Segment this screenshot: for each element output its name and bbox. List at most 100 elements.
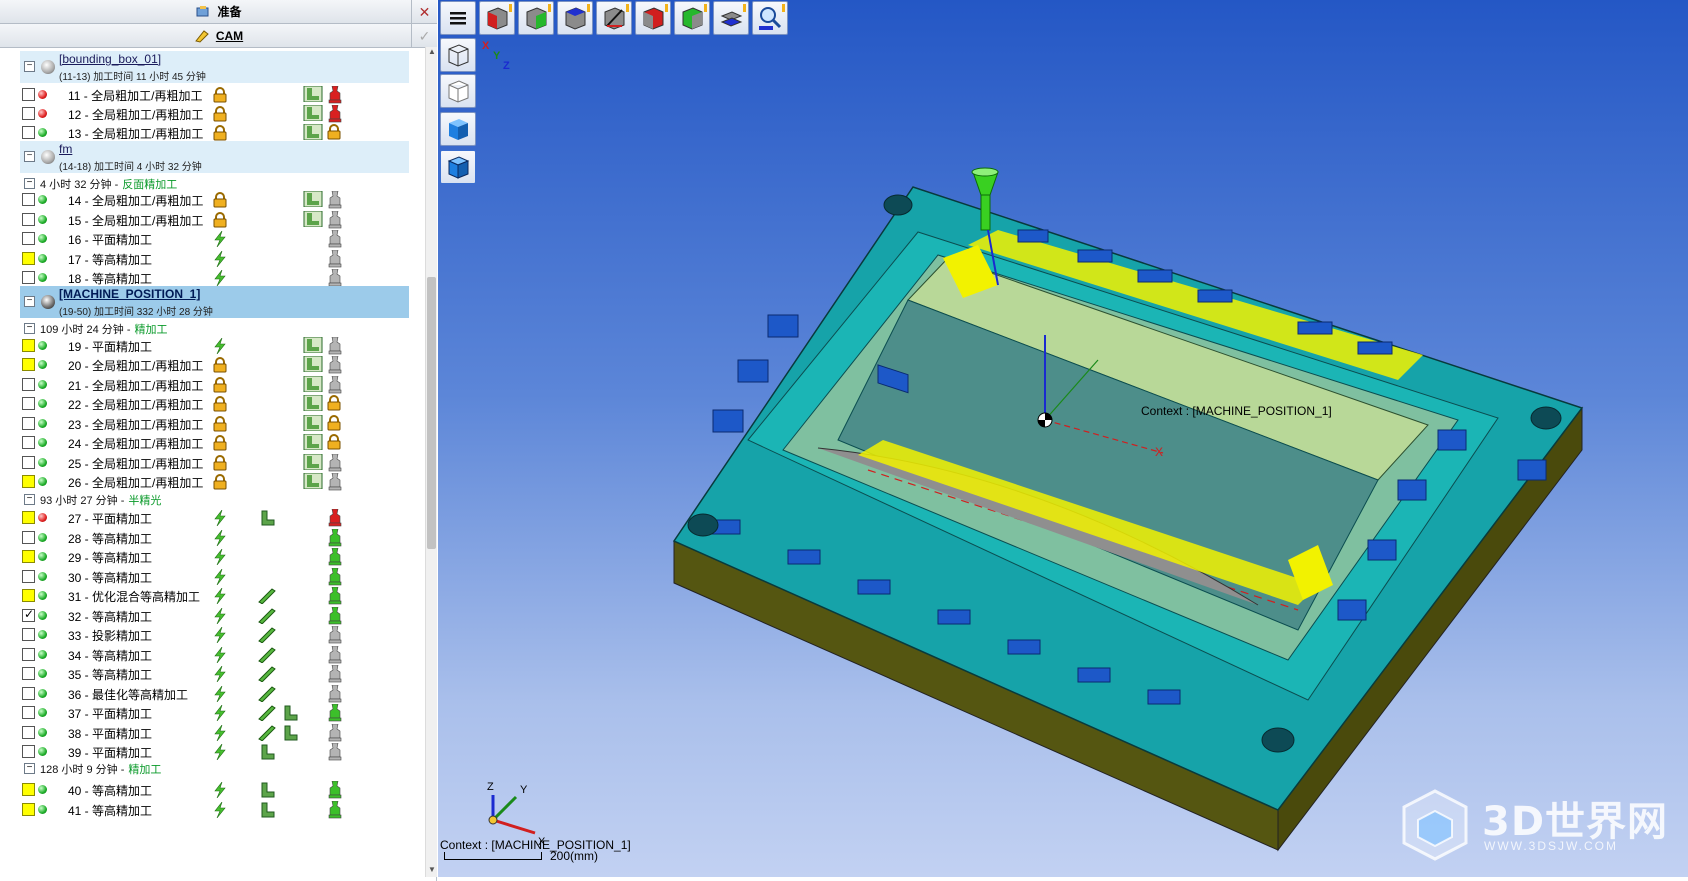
- toolpath-icon[interactable]: [303, 210, 323, 229]
- scroll-down-icon[interactable]: ▼: [427, 865, 437, 877]
- operation-label[interactable]: 28 - 等高精加工: [68, 530, 152, 547]
- operation-checkbox[interactable]: [22, 475, 35, 488]
- tool-icon[interactable]: [327, 684, 343, 703]
- edit-icon[interactable]: [258, 608, 278, 625]
- lock-icon[interactable]: [213, 474, 227, 490]
- operation-checkbox[interactable]: [22, 417, 35, 430]
- operation-label[interactable]: 24 - 全局粗加工/再粗加工: [68, 435, 203, 452]
- regenerate-icon[interactable]: [213, 509, 227, 527]
- operation-label[interactable]: 30 - 等高精加工: [68, 569, 152, 586]
- tool-icon[interactable]: [327, 547, 343, 566]
- toolpath-icon[interactable]: [303, 375, 323, 394]
- operation-checkbox[interactable]: [22, 706, 35, 719]
- operation-label[interactable]: 32 - 等高精加工: [68, 608, 152, 625]
- tool-icon[interactable]: [327, 395, 343, 413]
- toolpath-icon[interactable]: [303, 85, 323, 104]
- regenerate-icon[interactable]: [213, 607, 227, 625]
- lock-icon[interactable]: [213, 357, 227, 373]
- operation-row[interactable]: 26 - 全局粗加工/再粗加工: [0, 471, 425, 492]
- lock-icon[interactable]: [213, 106, 227, 122]
- operation-checkbox[interactable]: [22, 107, 35, 120]
- tree-scrollbar[interactable]: ▲ ▼: [425, 47, 437, 877]
- toolpath-icon[interactable]: [303, 104, 323, 123]
- operation-label[interactable]: 20 - 全局粗加工/再粗加工: [68, 357, 203, 374]
- operation-group[interactable]: − [MACHINE_POSITION_1] (19-50) 加工时间 332 小时…: [20, 286, 409, 318]
- collapse-toggle-icon[interactable]: −: [24, 763, 35, 774]
- operation-row[interactable]: 38 - 平面精加工: [0, 722, 425, 743]
- edit-icon[interactable]: [258, 588, 278, 605]
- operation-checkbox[interactable]: [22, 550, 35, 563]
- toolpath-icon[interactable]: [303, 414, 323, 433]
- regenerate-icon[interactable]: [213, 646, 227, 664]
- operation-row[interactable]: 21 - 全局粗加工/再粗加工: [0, 374, 425, 395]
- operation-checkbox[interactable]: [22, 531, 35, 544]
- operation-row[interactable]: 36 - 最佳化等高精加工: [0, 683, 425, 704]
- operation-row[interactable]: 29 - 等高精加工: [0, 546, 425, 567]
- tool-icon[interactable]: [327, 104, 343, 123]
- check-icon[interactable]: ✓: [411, 24, 437, 48]
- regenerate-icon[interactable]: [213, 781, 227, 799]
- operation-label[interactable]: 37 - 平面精加工: [68, 705, 152, 722]
- operation-row[interactable]: 14 - 全局粗加工/再粗加工: [0, 189, 425, 210]
- operation-label[interactable]: 31 - 优化混合等高精加工: [68, 588, 200, 605]
- collapse-toggle-icon[interactable]: −: [24, 323, 35, 334]
- operation-checkbox[interactable]: [22, 726, 35, 739]
- operation-label[interactable]: 40 - 等高精加工: [68, 782, 152, 799]
- tool-icon[interactable]: [327, 723, 343, 742]
- operation-checkbox[interactable]: [22, 511, 35, 524]
- toolpath-icon[interactable]: [303, 433, 323, 452]
- operation-checkbox[interactable]: [22, 607, 35, 622]
- operation-checkbox[interactable]: [22, 339, 35, 352]
- collapse-toggle-icon[interactable]: −: [24, 296, 35, 307]
- regenerate-icon[interactable]: [213, 801, 227, 819]
- operation-label[interactable]: 11 - 全局粗加工/再粗加工: [68, 87, 202, 104]
- lock-icon[interactable]: [213, 125, 227, 141]
- toolpath-icon[interactable]: [303, 190, 323, 209]
- collapse-toggle-icon[interactable]: −: [24, 494, 35, 505]
- operation-checkbox[interactable]: [22, 687, 35, 700]
- operation-row[interactable]: 18 - 等高精加工: [0, 267, 425, 288]
- operation-checkbox[interactable]: [22, 193, 35, 206]
- operation-label[interactable]: 13 - 全局粗加工/再粗加工: [68, 125, 203, 142]
- operation-row[interactable]: 17 - 等高精加工: [0, 248, 425, 269]
- operation-row[interactable]: 15 - 全局粗加工/再粗加工: [0, 209, 425, 230]
- close-icon[interactable]: ✕: [411, 0, 437, 24]
- operation-checkbox[interactable]: [22, 745, 35, 758]
- group-name[interactable]: [MACHINE_POSITION_1]: [59, 287, 200, 301]
- toolpath-icon[interactable]: [303, 123, 323, 142]
- operation-label[interactable]: 27 - 平面精加工: [68, 510, 152, 527]
- operation-row[interactable]: 30 - 等高精加工: [0, 566, 425, 587]
- operation-label[interactable]: 38 - 平面精加工: [68, 725, 152, 742]
- regenerate-icon[interactable]: [213, 269, 227, 287]
- regenerate-icon[interactable]: [213, 230, 227, 248]
- operation-row[interactable]: 23 - 全局粗加工/再粗加工: [0, 413, 425, 434]
- tool-icon[interactable]: [327, 355, 343, 374]
- operation-label[interactable]: 29 - 等高精加工: [68, 549, 152, 566]
- operation-checkbox[interactable]: [22, 126, 35, 139]
- operation-row[interactable]: 37 - 平面精加工: [0, 702, 425, 723]
- operation-row[interactable]: 28 - 等高精加工: [0, 527, 425, 548]
- group-name[interactable]: fm: [59, 142, 72, 156]
- operation-label[interactable]: 14 - 全局粗加工/再粗加工: [68, 192, 203, 209]
- operation-row[interactable]: 20 - 全局粗加工/再粗加工: [0, 354, 425, 375]
- operation-row[interactable]: 39 - 平面精加工: [0, 741, 425, 762]
- tool-icon[interactable]: [327, 415, 343, 433]
- tool-icon[interactable]: [327, 664, 343, 683]
- operation-checkbox[interactable]: [22, 803, 35, 816]
- edit-icon[interactable]: [258, 666, 278, 683]
- edit-icon[interactable]: [258, 627, 278, 644]
- tool-icon[interactable]: [327, 268, 343, 287]
- operation-checkbox[interactable]: [22, 232, 35, 245]
- group-name[interactable]: [bounding_box_01]: [59, 52, 161, 66]
- tool-icon[interactable]: [327, 625, 343, 644]
- operation-label[interactable]: 17 - 等高精加工: [68, 251, 152, 268]
- tool-icon[interactable]: [327, 85, 343, 104]
- operation-row[interactable]: 27 - 平面精加工: [0, 507, 425, 528]
- operation-row[interactable]: 22 - 全局粗加工/再粗加工: [0, 393, 425, 414]
- operation-row[interactable]: 31 - 优化混合等高精加工: [0, 585, 425, 606]
- operation-row[interactable]: 12 - 全局粗加工/再粗加工: [0, 103, 425, 124]
- operation-row[interactable]: 32 - 等高精加工: [0, 605, 425, 626]
- lock-icon[interactable]: [213, 455, 227, 471]
- prep-header[interactable]: 准备 ✕: [0, 0, 437, 24]
- tool-icon[interactable]: [327, 742, 343, 761]
